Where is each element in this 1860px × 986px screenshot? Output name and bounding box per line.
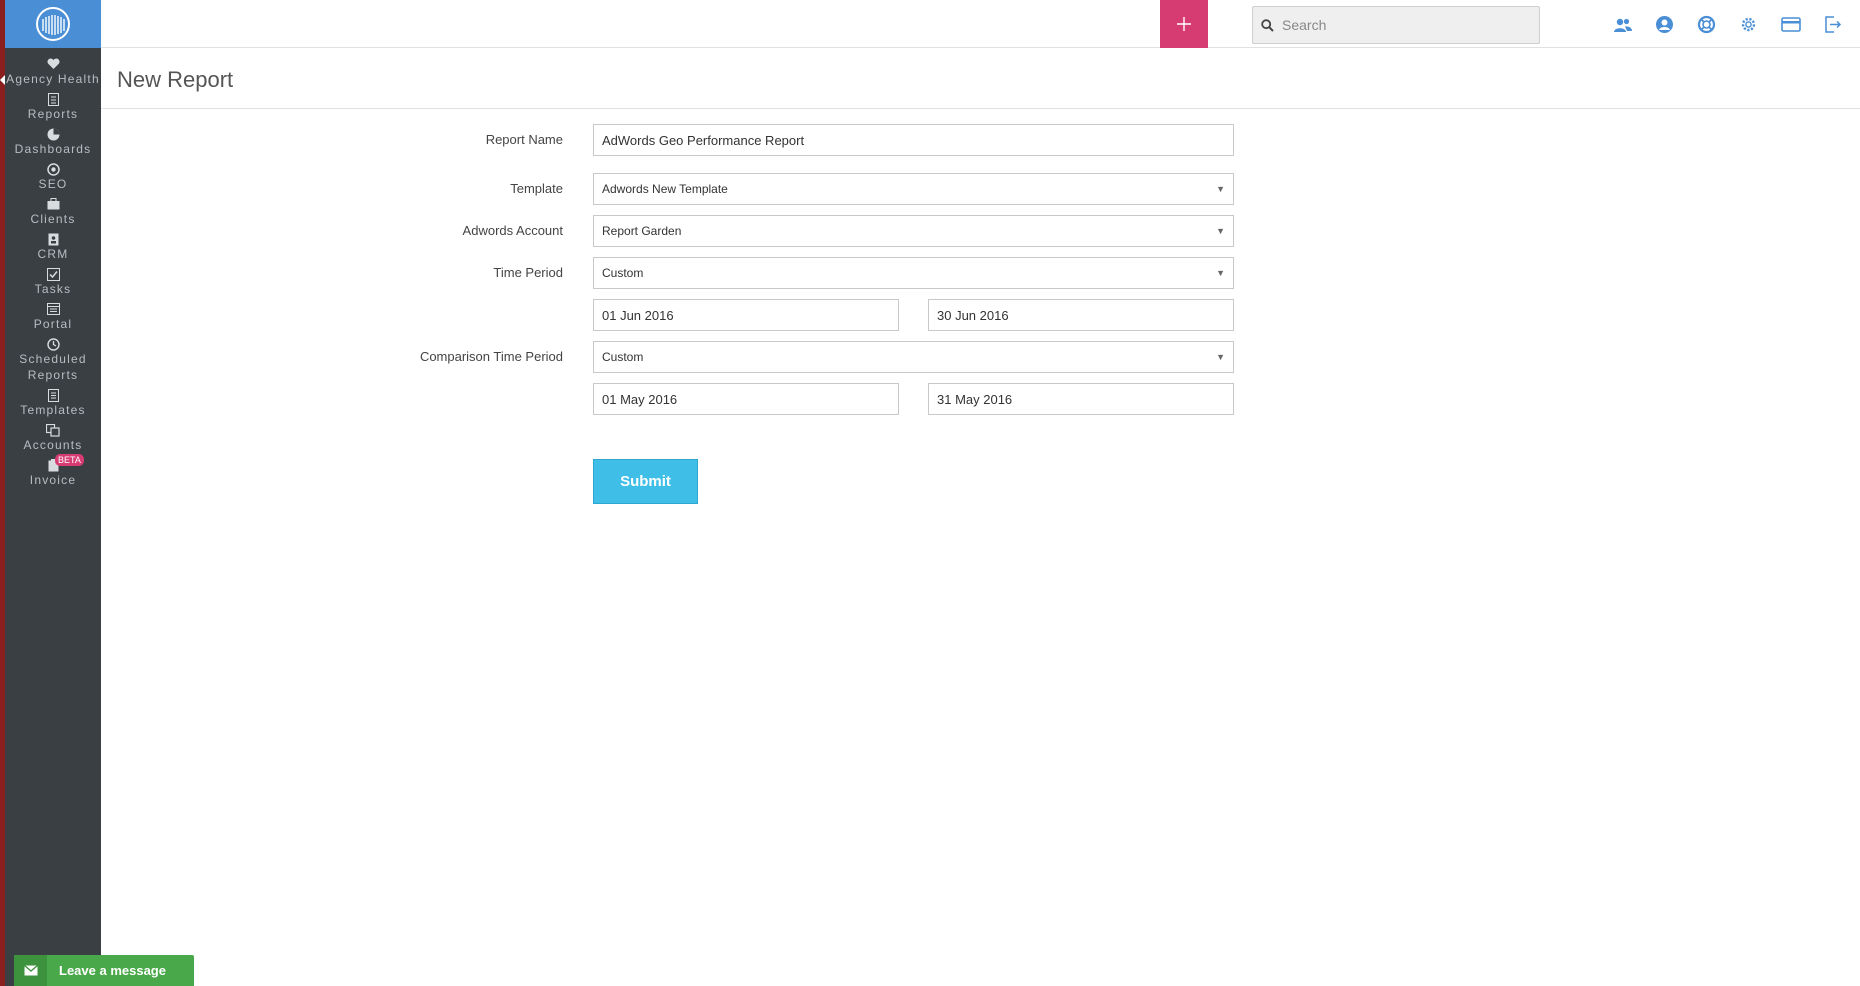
sidebar-item-templates[interactable]: Templates (5, 387, 101, 422)
chevron-down-icon: ▼ (1216, 268, 1225, 278)
sidebar-item-label: Agency Health (6, 72, 100, 86)
sidebar-nav: Agency Health Reports Dashboards SEO Cli… (5, 48, 101, 492)
plus-icon (1177, 17, 1191, 31)
adwords-account-selected-value: Report Garden (602, 224, 682, 238)
report-name-label: Report Name (485, 132, 563, 147)
sidebar-item-scheduled-reports[interactable]: Scheduled Reports (5, 336, 101, 387)
comparison-end-input[interactable] (937, 391, 1225, 407)
sidebar-item-label: Clients (30, 212, 76, 226)
comparison-time-period-select[interactable]: Custom ▼ (593, 341, 1234, 373)
sidebar: Agency Health Reports Dashboards SEO Cli… (5, 0, 101, 986)
adwords-account-label: Adwords Account (462, 223, 563, 238)
template-select[interactable]: Adwords New Template ▼ (593, 173, 1234, 205)
template-label: Template (510, 181, 563, 196)
leave-message-widget[interactable]: Leave a message (14, 955, 194, 986)
page-header: New Report (101, 48, 1860, 109)
gear-icon[interactable] (1737, 13, 1760, 36)
clock-icon (45, 337, 61, 351)
leave-message-label: Leave a message (59, 963, 166, 978)
comparison-start-input[interactable] (602, 391, 890, 407)
sidebar-item-label: Portal (33, 317, 73, 331)
report-name-field (593, 124, 1234, 156)
time-period-end-input[interactable] (937, 307, 1225, 323)
time-period-select[interactable]: Custom ▼ (593, 257, 1234, 289)
window-icon (45, 302, 61, 316)
report-name-input[interactable] (602, 132, 1225, 148)
sidebar-item-portal[interactable]: Portal (5, 301, 101, 336)
topbar-icons (1611, 13, 1844, 36)
sidebar-item-label: Reports (27, 107, 79, 121)
envelope-icon (14, 955, 47, 986)
logo[interactable] (5, 0, 101, 48)
submit-button[interactable]: Submit (593, 459, 698, 504)
lifebuoy-icon[interactable] (1695, 13, 1718, 36)
logout-icon[interactable] (1821, 13, 1844, 36)
target-icon (45, 162, 61, 176)
comparison-time-period-label: Comparison Time Period (419, 349, 563, 364)
credit-card-icon[interactable] (1779, 13, 1802, 36)
sidebar-item-label: Templates (20, 403, 86, 417)
sidebar-item-label: CRM (37, 247, 69, 261)
search-icon (1261, 18, 1274, 32)
comparison-end-field (928, 383, 1234, 415)
app-root: Agency Health Reports Dashboards SEO Cli… (0, 0, 1860, 986)
comparison-start-field (593, 383, 899, 415)
sidebar-item-label: Tasks (34, 282, 72, 296)
reportgarden-logo-icon (36, 7, 70, 41)
sidebar-item-seo[interactable]: SEO (5, 161, 101, 196)
chevron-down-icon: ▼ (1216, 184, 1225, 194)
beta-badge: BETA (55, 454, 84, 466)
briefcase-icon (45, 197, 61, 211)
sidebar-item-invoice[interactable]: BETA Invoice (5, 454, 101, 492)
sidebar-item-label: Accounts (23, 438, 83, 452)
sidebar-item-clients[interactable]: Clients (5, 196, 101, 231)
pie-chart-icon (45, 127, 61, 141)
user-circle-icon[interactable] (1653, 13, 1676, 36)
checkbox-icon (45, 267, 61, 281)
time-period-label: Time Period (493, 265, 563, 280)
comparison-time-period-selected-value: Custom (602, 350, 644, 364)
chevron-down-icon: ▼ (1216, 226, 1225, 236)
time-period-start-input[interactable] (602, 307, 890, 323)
contacts-icon (45, 232, 61, 246)
chevron-down-icon: ▼ (1216, 352, 1225, 362)
topbar (101, 0, 1860, 48)
accounts-icon (45, 423, 61, 437)
time-period-start-field (593, 299, 899, 331)
page-title: New Report (117, 67, 234, 92)
sidebar-item-reports[interactable]: Reports (5, 91, 101, 126)
users-icon[interactable] (1611, 13, 1634, 36)
sidebar-item-accounts[interactable]: Accounts (5, 422, 101, 457)
sidebar-item-label: SEO (38, 177, 68, 191)
sidebar-item-tasks[interactable]: Tasks (5, 266, 101, 301)
add-button[interactable] (1160, 0, 1208, 48)
report-icon (45, 92, 61, 106)
template-selected-value: Adwords New Template (602, 182, 728, 196)
time-period-end-field (928, 299, 1234, 331)
search-box (1252, 6, 1540, 44)
sidebar-item-label: Invoice (29, 473, 77, 487)
sidebar-item-crm[interactable]: CRM (5, 231, 101, 266)
heart-icon (45, 57, 61, 71)
sidebar-item-dashboards[interactable]: Dashboards (5, 126, 101, 161)
document-icon (45, 388, 61, 402)
sidebar-item-label: Dashboards (14, 142, 92, 156)
time-period-selected-value: Custom (602, 266, 644, 280)
sidebar-item-label: Scheduled Reports (19, 352, 87, 382)
adwords-account-select[interactable]: Report Garden ▼ (593, 215, 1234, 247)
sidebar-item-agency-health[interactable]: Agency Health (5, 56, 101, 91)
search-input[interactable] (1282, 17, 1522, 33)
